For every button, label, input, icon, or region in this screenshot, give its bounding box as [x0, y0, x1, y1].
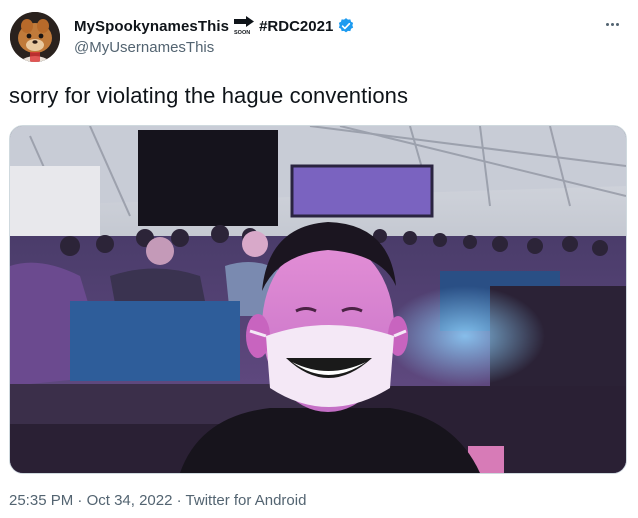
event-selfie-image	[10, 126, 626, 473]
more-options-icon[interactable]	[600, 16, 624, 32]
avatar[interactable]	[10, 12, 60, 62]
hashtag-name[interactable]: #RDC2021	[259, 18, 333, 35]
tweet-source[interactable]: Twitter for Android	[186, 492, 307, 509]
avatar-image	[10, 12, 60, 62]
username[interactable]: @MyUsernamesThis	[74, 39, 355, 56]
tweet-text: sorry for violating the hague convention…	[9, 83, 409, 108]
tweet-header: MySpookynamesThis SOON #RDC2021 @MyUsern…	[8, 8, 630, 72]
separator: ·	[77, 492, 83, 509]
separator: ·	[176, 492, 182, 509]
verified-badge-icon	[337, 17, 355, 35]
tweet-photo[interactable]	[9, 125, 627, 474]
display-name[interactable]: MySpookynamesThis	[74, 18, 229, 35]
tweet-meta: 25:35 PM · Oct 34, 2022 · Twitter for An…	[9, 492, 306, 509]
arrow-right-icon: SOON	[233, 16, 255, 36]
soon-label: SOON	[234, 30, 250, 36]
tweet-time[interactable]: 25:35 PM	[9, 492, 73, 509]
tweet-date[interactable]: Oct 34, 2022	[87, 492, 173, 509]
